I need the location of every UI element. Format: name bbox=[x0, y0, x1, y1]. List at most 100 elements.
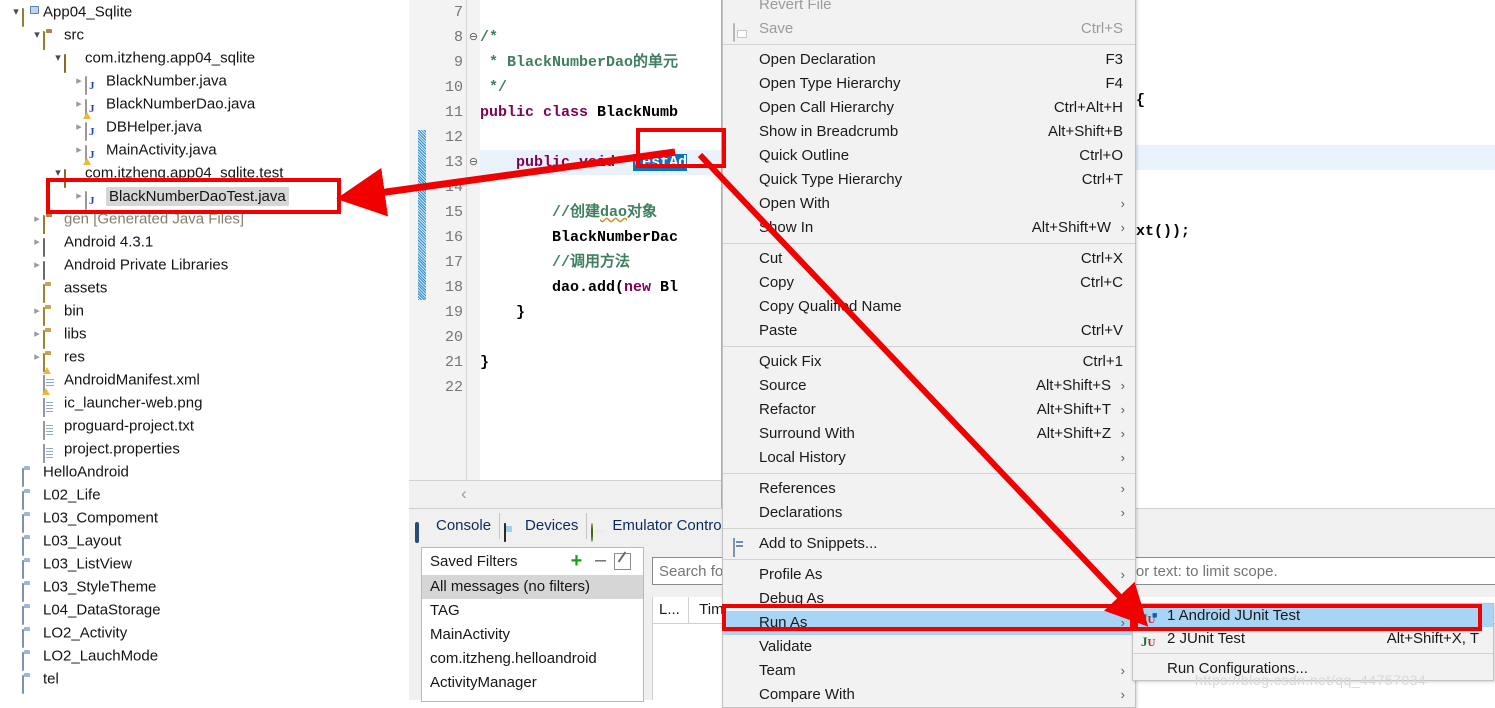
tree-item-l03-styletheme[interactable]: L03_StyleTheme bbox=[0, 575, 409, 603]
menu-item-paste[interactable]: Paste Ctrl+V bbox=[723, 319, 1135, 343]
fold-toggle-icon[interactable] bbox=[467, 350, 480, 375]
chevron-right-icon[interactable]: ▸ bbox=[73, 185, 85, 208]
add-filter-icon[interactable]: + bbox=[568, 551, 585, 571]
code-line[interactable]: public void testAd bbox=[480, 150, 721, 175]
tree-item-assets[interactable]: assets bbox=[0, 276, 409, 304]
chevron-right-icon[interactable]: ▸ bbox=[31, 208, 43, 231]
menu-item-team[interactable]: Team › bbox=[723, 659, 1135, 683]
code-line[interactable]: /* bbox=[480, 25, 721, 50]
menu-item-cut[interactable]: Cut Ctrl+X bbox=[723, 247, 1135, 271]
tree-item-l02-life[interactable]: L02_Life bbox=[0, 483, 409, 511]
tree-item-proguard-project-txt[interactable]: proguard-project.txt bbox=[0, 414, 409, 441]
chevron-right-icon[interactable]: ▸ bbox=[73, 70, 85, 93]
menu-item-save[interactable]: Save Ctrl+S bbox=[723, 17, 1135, 42]
tree-item-l03-compoment[interactable]: L03_Compoment bbox=[0, 506, 409, 534]
menu-item-source[interactable]: Source Alt+Shift+S › bbox=[723, 374, 1135, 398]
menu-item-show-in-breadcrumb[interactable]: Show in Breadcrumb Alt+Shift+B bbox=[723, 120, 1135, 144]
menu-item-open-declaration[interactable]: Open Declaration F3 bbox=[723, 48, 1135, 72]
tree-item-bin[interactable]: ▸ bin bbox=[0, 299, 409, 327]
code-line[interactable]: } bbox=[480, 350, 721, 375]
fold-toggle-icon[interactable] bbox=[467, 175, 480, 200]
submenu-item-2-junit-test[interactable]: JU 2 JUnit Test Alt+Shift+X, T bbox=[1133, 627, 1493, 650]
chevron-left-icon[interactable]: ‹ bbox=[461, 484, 467, 504]
saved-filters-panel[interactable]: Saved Filters + – All messages (no filte… bbox=[421, 547, 644, 702]
tree-item-l03-listview[interactable]: L03_ListView bbox=[0, 552, 409, 580]
code-line[interactable] bbox=[480, 0, 721, 25]
menu-item-validate[interactable]: Validate bbox=[723, 635, 1135, 659]
fold-toggle-icon[interactable] bbox=[467, 100, 480, 125]
tree-item-android-private-libraries[interactable]: ▸ Android Private Libraries bbox=[0, 253, 409, 281]
menu-item-add-to-snippets[interactable]: Add to Snippets... bbox=[723, 532, 1135, 557]
code-line[interactable]: * BlackNumberDao的单元 bbox=[480, 50, 721, 75]
saved-filters-list[interactable]: All messages (no filters) TAG MainActivity… bbox=[422, 575, 643, 695]
fold-toggle-icon[interactable] bbox=[467, 125, 480, 150]
chevron-down-icon[interactable]: ▾ bbox=[10, 1, 22, 24]
fold-toggle-icon[interactable] bbox=[467, 300, 480, 325]
menu-item-revert-file[interactable]: Revert File bbox=[723, 0, 1135, 17]
filter-item[interactable]: com.itzheng.helloandroid bbox=[422, 647, 643, 671]
fold-toggle-icon[interactable] bbox=[467, 325, 480, 350]
tree-item-ic-launcher-web-png[interactable]: ic_launcher-web.png bbox=[0, 391, 409, 418]
editor-context-menu[interactable]: Revert File Save Ctrl+S Open Declaration F3 O… bbox=[722, 0, 1136, 708]
tree-item-com-itzheng-app04-sqlite-test[interactable]: ▾ com.itzheng.app04_sqlite.test bbox=[0, 161, 409, 189]
fold-toggle-icon[interactable] bbox=[467, 250, 480, 275]
code-line[interactable] bbox=[480, 375, 721, 400]
fold-toggle-icon[interactable]: ⊖ bbox=[467, 150, 480, 175]
fold-toggle-icon[interactable] bbox=[467, 275, 480, 300]
chevron-right-icon[interactable]: ▸ bbox=[31, 231, 43, 254]
tree-item-app04-sqlite[interactable]: ▾ App04_Sqlite bbox=[0, 0, 409, 28]
menu-item-quick-outline[interactable]: Quick Outline Ctrl+O bbox=[723, 144, 1135, 168]
menu-item-references[interactable]: References › bbox=[723, 477, 1135, 501]
package-explorer[interactable]: ▾ App04_Sqlite ▾ src ▾ com.itzheng.app04_sqli… bbox=[0, 0, 409, 699]
submenu-item-1-android-junit-test[interactable]: JU ■ 1 Android JUnit Test bbox=[1133, 604, 1493, 627]
tree-item-androidmanifest-xml[interactable]: AndroidManifest.xml bbox=[0, 368, 409, 395]
menu-item-local-history[interactable]: Local History › bbox=[723, 446, 1135, 470]
tree-item-src[interactable]: ▾ src bbox=[0, 23, 409, 51]
filter-item[interactable]: All messages (no filters) bbox=[422, 575, 643, 599]
code-line[interactable]: dao.add(new Bl bbox=[480, 275, 721, 300]
menu-item-debug-as[interactable]: Debug As › bbox=[723, 587, 1135, 611]
menu-item-surround-with[interactable]: Surround With Alt+Shift+Z › bbox=[723, 422, 1135, 446]
menu-item-profile-as[interactable]: Profile As › bbox=[723, 563, 1135, 587]
code-line[interactable] bbox=[480, 125, 721, 150]
tree-item-lo2-activity[interactable]: LO2_Activity bbox=[0, 621, 409, 649]
filter-item[interactable]: ActivityManager bbox=[422, 671, 643, 695]
fold-toggle-icon[interactable] bbox=[467, 50, 480, 75]
tree-item-libs[interactable]: ▸ libs bbox=[0, 322, 409, 350]
code-line[interactable] bbox=[480, 175, 721, 200]
tree-item-android-4-3-1[interactable]: ▸ Android 4.3.1 bbox=[0, 230, 409, 258]
code-editor-right-portion[interactable]: { xt()); bbox=[1130, 0, 1495, 508]
fold-toggle-icon[interactable] bbox=[467, 225, 480, 250]
fold-toggle-icon[interactable] bbox=[467, 200, 480, 225]
tree-item-l04-datastorage[interactable]: L04_DataStorage bbox=[0, 598, 409, 626]
menu-item-copy[interactable]: Copy Ctrl+C bbox=[723, 271, 1135, 295]
fold-toggle-icon[interactable] bbox=[467, 375, 480, 400]
chevron-right-icon[interactable]: ▸ bbox=[31, 323, 43, 346]
edit-filter-icon[interactable] bbox=[614, 553, 631, 570]
menu-item-open-with[interactable]: Open With › bbox=[723, 192, 1135, 216]
code-line[interactable]: //创建dao对象 bbox=[480, 200, 721, 225]
menu-item-open-call-hierarchy[interactable]: Open Call Hierarchy Ctrl+Alt+H bbox=[723, 96, 1135, 120]
editor-code-area[interactable]: /* * BlackNumberDao的单元 */public class Bl… bbox=[480, 0, 721, 508]
menu-item-compare-with[interactable]: Compare With › bbox=[723, 683, 1135, 707]
filter-item[interactable]: TAG bbox=[422, 599, 643, 623]
tree-item-res[interactable]: ▸ res bbox=[0, 345, 409, 373]
code-editor[interactable]: 7 8 9 10 11 12 13 14 15 16 17 18 19 20 21 22 ⊖ ⊖ /* * Bl… bbox=[409, 0, 722, 508]
code-line[interactable]: //调用方法 bbox=[480, 250, 721, 275]
fold-toggle-icon[interactable] bbox=[467, 0, 480, 25]
run-as-submenu[interactable]: JU ■ 1 Android JUnit Test JU 2 JUnit Test Alt… bbox=[1132, 603, 1494, 681]
remove-filter-icon[interactable]: – bbox=[592, 550, 609, 570]
code-line[interactable]: public class BlackNumb bbox=[480, 100, 721, 125]
editor-folding-column[interactable]: ⊖ ⊖ bbox=[467, 0, 480, 508]
column-header-level[interactable]: L... bbox=[653, 597, 689, 623]
tree-item-l03-layout[interactable]: L03_Layout bbox=[0, 529, 409, 557]
menu-item-refactor[interactable]: Refactor Alt+Shift+T › bbox=[723, 398, 1135, 422]
view-tab-bar[interactable]: Console Devices Emulator Contro bbox=[411, 513, 731, 543]
menu-item-copy-qualified-name[interactable]: Copy Qualified Name bbox=[723, 295, 1135, 319]
tree-item-gen-generated-java-files-[interactable]: ▸ gen [Generated Java Files] bbox=[0, 207, 409, 235]
tree-item-tel[interactable]: tel bbox=[0, 667, 409, 695]
tree-item-blacknumberdao-java[interactable]: ▸BlackNumberDao.java bbox=[0, 92, 409, 119]
tree-item-helloandroid[interactable]: HelloAndroid bbox=[0, 460, 409, 488]
tree-item-mainactivity-java[interactable]: ▸MainActivity.java bbox=[0, 138, 409, 165]
code-line[interactable]: */ bbox=[480, 75, 721, 100]
